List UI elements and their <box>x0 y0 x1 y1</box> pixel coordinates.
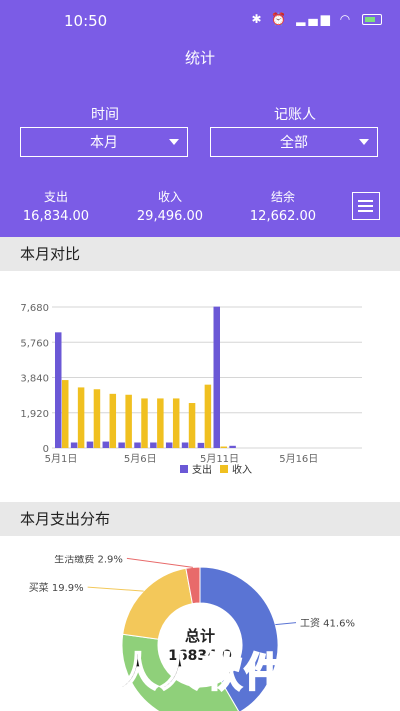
compare-bar-chart: 01,9203,8405,7607,6805月1日 5月6日 5月11日 5月16日支… <box>20 303 362 476</box>
income-bar <box>157 398 164 448</box>
time-filter-select[interactable]: 本月 <box>20 127 188 157</box>
legend-label: 收入 <box>232 463 252 476</box>
donut-slice-label: 买菜 19.9% <box>29 582 84 594</box>
expense-bar <box>165 442 173 448</box>
bluetooth-icon: ✱ <box>251 12 265 26</box>
page-title: 统计 <box>184 49 215 67</box>
legend-swatch <box>220 465 228 473</box>
chevron-down-icon <box>359 139 369 145</box>
summary-balance-label: 结余 <box>270 190 295 204</box>
expense-bar <box>150 442 157 448</box>
income-bar <box>62 380 69 448</box>
income-bar <box>172 398 180 448</box>
y-tick-label: 1,920 <box>20 409 49 420</box>
summary-income: 收入 29,496.00 <box>110 188 230 224</box>
battery-icon <box>362 14 382 25</box>
watermark: 人人软件园 <box>117 649 328 697</box>
list-icon-line <box>358 205 373 207</box>
wifi-icon: ◠ <box>339 12 354 26</box>
income-bar <box>188 403 196 448</box>
summary-income-value: 29,496.00 <box>136 209 204 224</box>
summary-expense-value: 16,834.00 <box>22 209 90 224</box>
donut-label-line <box>126 557 193 568</box>
summary-expense: 支出 16,834.00 <box>0 188 116 224</box>
status-icons: ✱ ⏰ ▂▄▆ ◠ <box>251 12 382 26</box>
person-filter-value: 全部 <box>280 135 308 151</box>
person-filter-select[interactable]: 全部 <box>210 127 378 157</box>
expense-bar <box>213 306 220 448</box>
expense-bar <box>181 442 189 448</box>
summary-balance: 结余 12,662.00 <box>223 188 343 224</box>
income-bar <box>77 387 85 448</box>
list-icon-line <box>358 200 373 202</box>
donut-label-line <box>87 586 144 592</box>
y-tick-label: 5,760 <box>20 338 49 349</box>
expense-bar <box>229 445 236 448</box>
summary-balance-value: 12,662.00 <box>249 209 317 224</box>
expense-bar <box>70 442 78 448</box>
list-menu-button[interactable] <box>352 192 380 220</box>
income-bar <box>220 446 227 448</box>
summary-income-label: 收入 <box>157 190 182 204</box>
chevron-down-icon <box>169 139 179 145</box>
legend-label: 支出 <box>192 463 212 476</box>
signal-icon: ▂▄▆ <box>296 12 333 26</box>
expense-bar <box>86 441 94 448</box>
donut-slice-label: 生活缴费 2.9% <box>54 555 123 565</box>
x-tick-label: 5月6日 <box>124 453 157 465</box>
status-time: 10:50 <box>64 12 108 30</box>
x-tick-label: 5月1日 <box>45 453 78 465</box>
app-header: 10:50 ✱ ⏰ ▂▄▆ ◠ 统计 时间 本月 记账人 全部 支出 16,83… <box>0 0 400 237</box>
person-filter-label: 记账人 <box>274 107 316 123</box>
x-tick-label: 5月11日 <box>200 453 239 465</box>
summary-expense-label: 支出 <box>43 190 68 204</box>
income-bar <box>109 393 117 448</box>
status-bar: 10:50 ✱ ⏰ ▂▄▆ ◠ <box>0 0 400 40</box>
compare-section-header: 本月对比 <box>0 237 400 271</box>
legend-swatch <box>180 465 188 473</box>
y-tick-label: 7,680 <box>20 303 49 314</box>
expense-bar <box>55 332 62 448</box>
expense-bar <box>102 441 110 448</box>
donut-slice-label: 工资 41.6% <box>300 618 355 630</box>
x-tick-label: 5月16日 <box>279 453 318 465</box>
expense-bar <box>118 442 125 448</box>
income-bar <box>204 384 212 448</box>
list-icon-line <box>358 210 373 212</box>
time-filter-value: 本月 <box>90 135 118 151</box>
expense-bar <box>134 442 141 448</box>
time-filter-label: 时间 <box>91 107 119 123</box>
expense-bar <box>197 442 205 448</box>
distribution-section-header: 本月支出分布 <box>0 502 400 536</box>
y-tick-label: 3,840 <box>20 374 49 385</box>
income-bar <box>141 398 148 448</box>
donut-label-line <box>275 622 297 626</box>
income-bar <box>93 389 101 448</box>
income-bar <box>125 394 132 448</box>
alarm-icon: ⏰ <box>271 12 290 26</box>
